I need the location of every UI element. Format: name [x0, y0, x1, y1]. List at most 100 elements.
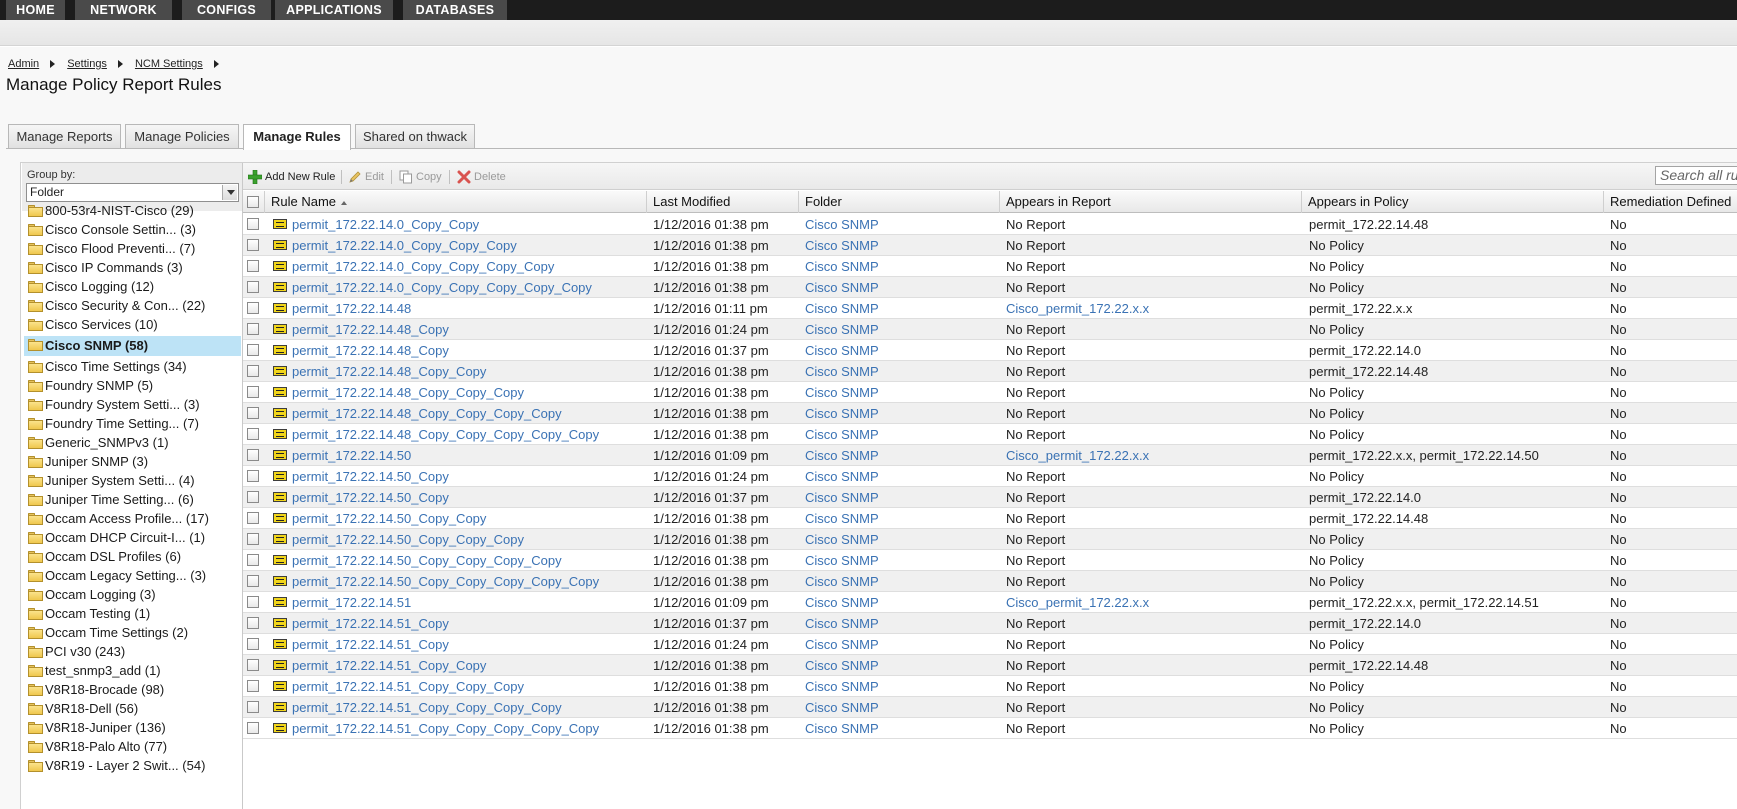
breadcrumb-settings[interactable]: Settings — [67, 58, 107, 70]
folder-item[interactable]: Occam Access Profile... (17) — [24, 510, 241, 528]
rule-name-link[interactable]: permit_172.22.14.51_Copy_Copy_Copy_Copy — [292, 697, 562, 718]
folder-item[interactable]: Cisco Services (10) — [24, 316, 241, 334]
table-row[interactable] — [243, 298, 1737, 319]
folder-link[interactable]: Cisco SNMP — [805, 655, 879, 676]
folder-link[interactable]: Cisco SNMP — [805, 445, 879, 466]
folder-item[interactable]: Foundry SNMP (5) — [24, 377, 241, 395]
row-checkbox[interactable] — [247, 680, 259, 692]
rule-name-link[interactable]: permit_172.22.14.0_Copy_Copy_Copy_Copy_C… — [292, 277, 592, 298]
row-checkbox[interactable] — [247, 344, 259, 356]
folder-link[interactable]: Cisco SNMP — [805, 487, 879, 508]
rule-name-link[interactable]: permit_172.22.14.0_Copy_Copy — [292, 214, 479, 235]
row-checkbox[interactable] — [247, 470, 259, 482]
folder-item[interactable]: Juniper SNMP (3) — [24, 453, 241, 471]
rule-name-link[interactable]: permit_172.22.14.51_Copy — [292, 613, 449, 634]
folder-item[interactable]: Generic_SNMPv3 (1) — [24, 434, 241, 452]
folder-item[interactable]: Cisco Console Settin... (3) — [24, 221, 241, 239]
tab-manage-rules[interactable]: Manage Rules — [243, 124, 351, 150]
folder-link[interactable]: Cisco SNMP — [805, 676, 879, 697]
rule-name-link[interactable]: permit_172.22.14.0_Copy_Copy_Copy_Copy — [292, 256, 554, 277]
row-checkbox[interactable] — [247, 701, 259, 713]
row-checkbox[interactable] — [247, 659, 259, 671]
folder-link[interactable]: Cisco SNMP — [805, 235, 879, 256]
folder-link[interactable]: Cisco SNMP — [805, 319, 879, 340]
folder-link[interactable]: Cisco SNMP — [805, 340, 879, 361]
folder-link[interactable]: Cisco SNMP — [805, 466, 879, 487]
folder-item[interactable]: V8R18-Dell (56) — [24, 700, 241, 718]
tab-shared-on-thwack[interactable]: Shared on thwack — [355, 124, 475, 148]
row-checkbox[interactable] — [247, 575, 259, 587]
breadcrumb-ncm-settings[interactable]: NCM Settings — [135, 58, 203, 70]
row-checkbox[interactable] — [247, 407, 259, 419]
rule-name-link[interactable]: permit_172.22.14.51_Copy_Copy — [292, 655, 486, 676]
rule-name-link[interactable]: permit_172.22.14.50_Copy_Copy — [292, 508, 486, 529]
table-row[interactable] — [243, 613, 1737, 634]
rule-name-link[interactable]: permit_172.22.14.50 — [292, 445, 411, 466]
row-checkbox[interactable] — [247, 554, 259, 566]
rule-name-link[interactable]: permit_172.22.14.48_Copy — [292, 340, 449, 361]
report-link[interactable]: Cisco_permit_172.22.x.x — [1006, 592, 1149, 613]
table-row[interactable] — [243, 466, 1737, 487]
folder-link[interactable]: Cisco SNMP — [805, 298, 879, 319]
folder-item[interactable]: V8R18-Brocade (98) — [24, 681, 241, 699]
nav-applications[interactable]: APPLICATIONS — [275, 0, 393, 20]
folder-item[interactable]: V8R18-Juniper (136) — [24, 719, 241, 737]
breadcrumb-admin[interactable]: Admin — [8, 58, 39, 70]
folder-link[interactable]: Cisco SNMP — [805, 550, 879, 571]
folder-item[interactable]: Foundry System Setti... (3) — [24, 396, 241, 414]
row-checkbox[interactable] — [247, 281, 259, 293]
folder-link[interactable]: Cisco SNMP — [805, 571, 879, 592]
row-checkbox[interactable] — [247, 638, 259, 650]
rule-name-link[interactable]: permit_172.22.14.48_Copy_Copy — [292, 361, 486, 382]
nav-configs[interactable]: CONFIGS — [182, 0, 271, 20]
folder-item[interactable]: Cisco SNMP (58) — [24, 336, 241, 356]
chevron-down-icon[interactable] — [222, 185, 237, 200]
rule-name-link[interactable]: permit_172.22.14.48 — [292, 298, 411, 319]
folder-link[interactable]: Cisco SNMP — [805, 424, 879, 445]
rule-name-link[interactable]: permit_172.22.14.48_Copy_Copy_Copy — [292, 382, 524, 403]
folder-link[interactable]: Cisco SNMP — [805, 592, 879, 613]
column-header-appears-in-report[interactable]: Appears in Report — [1000, 191, 1302, 213]
row-checkbox[interactable] — [247, 239, 259, 251]
folder-item[interactable]: V8R18-Palo Alto (77) — [24, 738, 241, 756]
row-checkbox[interactable] — [247, 617, 259, 629]
folder-item[interactable]: Juniper Time Setting... (6) — [24, 491, 241, 509]
row-checkbox[interactable] — [247, 722, 259, 734]
folder-item[interactable]: PCI v30 (243) — [24, 643, 241, 661]
folder-link[interactable]: Cisco SNMP — [805, 508, 879, 529]
rule-name-link[interactable]: permit_172.22.14.51_Copy_Copy_Copy — [292, 676, 524, 697]
report-link[interactable]: Cisco_permit_172.22.x.x — [1006, 445, 1149, 466]
folder-link[interactable]: Cisco SNMP — [805, 718, 879, 739]
column-header-last-modified[interactable]: Last Modified — [647, 191, 799, 213]
row-checkbox[interactable] — [247, 386, 259, 398]
row-checkbox[interactable] — [247, 449, 259, 461]
row-checkbox[interactable] — [247, 428, 259, 440]
rule-name-link[interactable]: permit_172.22.14.0_Copy_Copy_Copy — [292, 235, 517, 256]
folder-item[interactable]: Occam DHCP Circuit-I... (1) — [24, 529, 241, 547]
select-all-checkbox[interactable] — [247, 196, 259, 208]
folder-item[interactable]: Cisco Time Settings (34) — [24, 358, 241, 376]
folder-item[interactable]: Cisco Security & Con... (22) — [24, 297, 241, 315]
folder-link[interactable]: Cisco SNMP — [805, 214, 879, 235]
rule-name-link[interactable]: permit_172.22.14.51_Copy — [292, 634, 449, 655]
report-link[interactable]: Cisco_permit_172.22.x.x — [1006, 298, 1149, 319]
rule-name-link[interactable]: permit_172.22.14.48_Copy — [292, 319, 449, 340]
folder-item[interactable]: Occam Testing (1) — [24, 605, 241, 623]
nav-home[interactable]: HOME — [6, 0, 65, 20]
folder-link[interactable]: Cisco SNMP — [805, 613, 879, 634]
folder-link[interactable]: Cisco SNMP — [805, 634, 879, 655]
column-header-appears-in-policy[interactable]: Appears in Policy — [1302, 191, 1604, 213]
nav-databases[interactable]: DATABASES — [403, 0, 507, 20]
row-checkbox[interactable] — [247, 302, 259, 314]
folder-link[interactable]: Cisco SNMP — [805, 382, 879, 403]
rule-name-link[interactable]: permit_172.22.14.48_Copy_Copy_Copy_Copy_… — [292, 424, 599, 445]
nav-network[interactable]: NETWORK — [75, 0, 172, 20]
rule-name-link[interactable]: permit_172.22.14.48_Copy_Copy_Copy_Copy — [292, 403, 562, 424]
folder-link[interactable]: Cisco SNMP — [805, 697, 879, 718]
tab-manage-reports[interactable]: Manage Reports — [8, 124, 121, 148]
folder-link[interactable]: Cisco SNMP — [805, 277, 879, 298]
row-checkbox[interactable] — [247, 596, 259, 608]
copy-button[interactable]: Copy — [399, 169, 443, 185]
rule-name-link[interactable]: permit_172.22.14.50_Copy — [292, 466, 449, 487]
tab-manage-policies[interactable]: Manage Policies — [125, 124, 239, 148]
